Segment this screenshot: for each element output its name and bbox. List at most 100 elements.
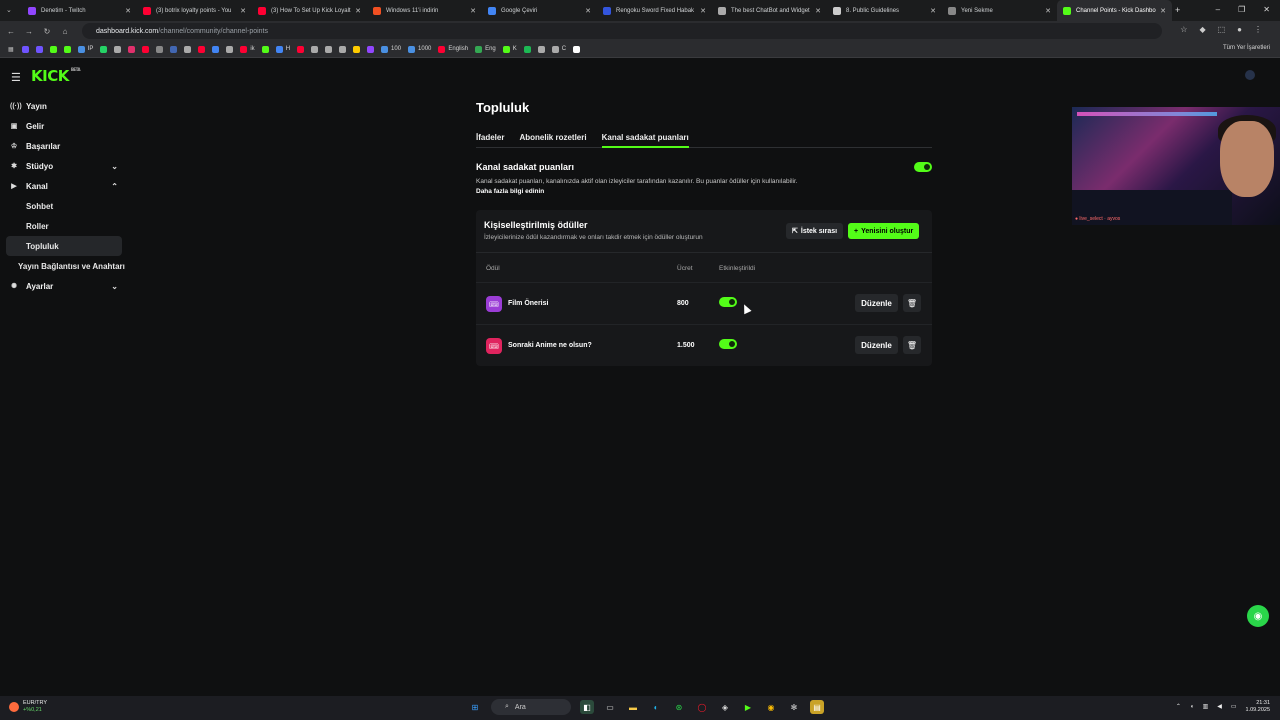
extensions-puzzle-icon[interactable]: ⬚ bbox=[1218, 25, 1226, 34]
bookmark-item[interactable] bbox=[261, 45, 269, 53]
bookmark-item[interactable] bbox=[128, 45, 136, 53]
notes-app-icon[interactable]: ▤ bbox=[810, 700, 824, 714]
browser-tab[interactable]: Denetim - Twitch ✕ bbox=[22, 0, 137, 21]
bookmark-item[interactable] bbox=[184, 45, 192, 53]
delete-reward-button[interactable]: 🗑 bbox=[903, 294, 921, 312]
currency-widget[interactable]: EUR/TRY +%0,21 bbox=[9, 700, 47, 713]
minimize-icon[interactable]: – bbox=[1216, 5, 1220, 14]
bookmark-item[interactable] bbox=[537, 45, 545, 53]
bookmark-item[interactable] bbox=[212, 45, 220, 53]
sidebar-item-basarilar[interactable]: ♔ Başarılar bbox=[0, 136, 125, 156]
bookmark-item[interactable] bbox=[573, 45, 581, 53]
browser-menu-icon[interactable]: ⋮ bbox=[1254, 25, 1262, 34]
reward-enabled-toggle[interactable] bbox=[719, 339, 737, 349]
support-chat-button[interactable]: ◉ bbox=[1247, 605, 1269, 627]
bookmark-item[interactable]: ik bbox=[240, 45, 255, 53]
sidebar-subitem-roller[interactable]: Roller bbox=[0, 216, 125, 236]
browser-tab[interactable]: Windows 11'i indirin ✕ bbox=[367, 0, 482, 21]
address-bar[interactable]: dashboard.kick.com/channel/community/cha… bbox=[82, 23, 1162, 39]
volume-icon[interactable]: ◀ bbox=[1217, 703, 1222, 710]
close-tab-icon[interactable]: ✕ bbox=[125, 7, 131, 15]
bookmark-item[interactable]: English bbox=[438, 45, 468, 53]
tray-chevron-icon[interactable]: ⌃ bbox=[1176, 703, 1181, 710]
bookmark-item[interactable]: IP bbox=[77, 45, 93, 53]
apps-icon[interactable]: ▦ bbox=[8, 46, 14, 53]
bookmark-item[interactable] bbox=[311, 45, 319, 53]
forward-icon[interactable]: → bbox=[20, 27, 38, 36]
bookmark-item[interactable] bbox=[142, 45, 150, 53]
bookmark-item[interactable] bbox=[114, 45, 122, 53]
clock[interactable]: 21:31 1.09.2025 bbox=[1246, 700, 1270, 714]
bookmark-item[interactable] bbox=[63, 45, 71, 53]
bookmark-item[interactable] bbox=[226, 45, 234, 53]
sidebar-item-kanal[interactable]: ▶ Kanal ⌃ bbox=[0, 176, 125, 196]
sidebar-item-stream-key[interactable]: Yayın Bağlantısı ve Anahtarı bbox=[0, 256, 125, 276]
sidebar-item-studyo[interactable]: ✱ Stüdyo ⌄ bbox=[0, 156, 125, 176]
chrome-icon[interactable]: ◉ bbox=[764, 700, 778, 714]
kick-logo[interactable]: KICK BETA bbox=[31, 67, 81, 85]
close-tab-icon[interactable]: ✕ bbox=[585, 7, 591, 15]
edge-icon[interactable]: ◐ bbox=[649, 700, 663, 714]
xbox-icon[interactable]: ⊛ bbox=[672, 700, 686, 714]
sidebar-item-ayarlar[interactable]: ✺ Ayarlar ⌄ bbox=[0, 276, 125, 296]
bookmark-item[interactable] bbox=[297, 45, 305, 53]
bookmark-item[interactable] bbox=[156, 45, 164, 53]
profile-icon[interactable]: ● bbox=[1237, 25, 1242, 34]
taskbar-search[interactable]: ⌕ Ara bbox=[491, 699, 571, 715]
bookmark-item[interactable] bbox=[100, 45, 108, 53]
extension-icon[interactable]: ◆ bbox=[1199, 25, 1205, 34]
bookmark-item[interactable]: 1000 bbox=[408, 45, 431, 53]
bookmark-item[interactable] bbox=[325, 45, 333, 53]
obs-icon[interactable]: ◈ bbox=[718, 700, 732, 714]
reload-icon[interactable]: ↻ bbox=[38, 27, 56, 36]
bookmark-item[interactable] bbox=[35, 45, 43, 53]
bookmark-item[interactable] bbox=[198, 45, 206, 53]
sidebar-subitem-topluluk[interactable]: Topluluk bbox=[6, 236, 122, 256]
browser-tab[interactable]: (3) botrix loyalty points - You ✕ bbox=[137, 0, 252, 21]
battery-icon[interactable]: ▭ bbox=[1231, 703, 1237, 710]
sidebar-item-gelir[interactable]: ▣ Gelir bbox=[0, 116, 125, 136]
browser-tab[interactable]: 8. Public Guidelines ✕ bbox=[827, 0, 942, 21]
bookmark-star-icon[interactable]: ☆ bbox=[1180, 25, 1187, 34]
create-reward-button[interactable]: + Yenisini oluştur bbox=[848, 223, 920, 239]
tab-search-icon[interactable]: ⌄ bbox=[6, 6, 12, 14]
kick-app-icon[interactable]: ▶ bbox=[741, 700, 755, 714]
tab-emotes[interactable]: İfadeler bbox=[476, 133, 504, 147]
browser-tab[interactable]: Yeni Sekme ✕ bbox=[942, 0, 1057, 21]
close-tab-icon[interactable]: ✕ bbox=[815, 7, 821, 15]
close-tab-icon[interactable]: ✕ bbox=[470, 7, 476, 15]
browser-tab[interactable]: (3) How To Set Up Kick Loyalt ✕ bbox=[252, 0, 367, 21]
new-tab-button[interactable]: + bbox=[1175, 5, 1180, 15]
bookmark-item[interactable] bbox=[170, 45, 178, 53]
home-icon[interactable]: ⌂ bbox=[56, 27, 74, 36]
bookmark-item[interactable] bbox=[21, 45, 29, 53]
settings-app-icon[interactable]: ✻ bbox=[787, 700, 801, 714]
all-bookmarks-button[interactable]: Tüm Yer İşaretleri bbox=[1223, 45, 1270, 51]
browser-tab[interactable]: Google Çeviri ✕ bbox=[482, 0, 597, 21]
sidebar-item-yayin[interactable]: ((·)) Yayın bbox=[0, 96, 125, 116]
close-tab-icon[interactable]: ✕ bbox=[1045, 7, 1051, 15]
maximize-icon[interactable]: ❐ bbox=[1238, 5, 1245, 14]
close-tab-icon[interactable]: ✕ bbox=[355, 7, 361, 15]
bookmark-item[interactable]: K bbox=[502, 45, 517, 53]
close-window-icon[interactable]: ✕ bbox=[1263, 5, 1270, 14]
opera-icon[interactable]: ◯ bbox=[695, 700, 709, 714]
menu-icon[interactable]: ☰ bbox=[11, 71, 21, 84]
sidebar-subitem-sohbet[interactable]: Sohbet bbox=[0, 196, 125, 216]
bookmark-item[interactable] bbox=[49, 45, 57, 53]
browser-tab[interactable]: Channel Points - Kick Dashbo ✕ bbox=[1057, 0, 1172, 21]
delete-reward-button[interactable]: 🗑 bbox=[903, 336, 921, 354]
browser-tab[interactable]: Rengoku Sword Fixed Habak ✕ bbox=[597, 0, 712, 21]
microphone-icon[interactable]: ◖ bbox=[1190, 704, 1194, 710]
user-avatar[interactable] bbox=[1245, 70, 1255, 80]
close-tab-icon[interactable]: ✕ bbox=[240, 7, 246, 15]
close-tab-icon[interactable]: ✕ bbox=[930, 7, 936, 15]
bookmark-item[interactable]: H bbox=[275, 45, 290, 53]
widget-icon[interactable]: ◧ bbox=[580, 700, 594, 714]
reward-enabled-toggle[interactable] bbox=[719, 297, 737, 307]
bookmark-item[interactable]: 100 bbox=[381, 45, 401, 53]
bookmark-item[interactable] bbox=[339, 45, 347, 53]
back-icon[interactable]: ← bbox=[2, 27, 20, 36]
tab-subscriber-badges[interactable]: Abonelik rozetleri bbox=[519, 133, 586, 147]
task-view-icon[interactable]: ▭ bbox=[603, 700, 617, 714]
